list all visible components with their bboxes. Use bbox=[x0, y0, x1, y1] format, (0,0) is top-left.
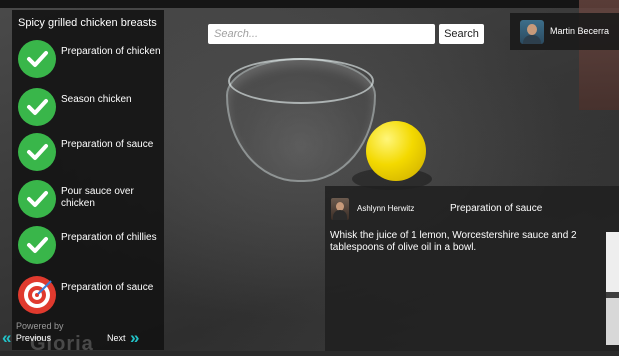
card-author: Ashlynn Herwitz bbox=[357, 204, 415, 213]
instruction-text: Whisk the juice of 1 lemon, Worcestershi… bbox=[330, 230, 577, 253]
check-icon bbox=[18, 133, 56, 171]
avatar bbox=[520, 20, 544, 44]
search-input[interactable] bbox=[208, 24, 435, 44]
card-step-title: Preparation of sauce bbox=[450, 203, 543, 214]
check-icon bbox=[18, 180, 56, 218]
step-label: Season chicken bbox=[61, 94, 132, 105]
target-icon bbox=[18, 276, 56, 314]
scrollbar-track-lower bbox=[606, 298, 619, 345]
card-scrollbar[interactable] bbox=[606, 232, 619, 345]
step-label: Preparation of chillies bbox=[61, 232, 157, 243]
step-label: Preparation of sauce bbox=[61, 282, 154, 293]
check-icon bbox=[18, 40, 56, 78]
step-item[interactable]: Preparation of chillies bbox=[12, 226, 164, 270]
glass-bowl-rim bbox=[228, 58, 374, 104]
instruction-card: Ashlynn Herwitz Preparation of sauce Whi… bbox=[325, 186, 619, 351]
check-icon bbox=[18, 226, 56, 264]
user-profile[interactable]: Martin Becerra bbox=[510, 13, 619, 50]
user-name: Martin Becerra bbox=[550, 26, 610, 36]
step-item[interactable]: Preparation of chicken bbox=[12, 40, 164, 84]
step-item[interactable]: Season chicken bbox=[12, 88, 164, 132]
step-item-current[interactable]: Preparation of sauce bbox=[12, 276, 164, 320]
step-label: Preparation of chicken bbox=[61, 46, 161, 57]
lemon bbox=[366, 121, 426, 181]
previous-button[interactable]: « Previous bbox=[2, 328, 51, 347]
step-label: Pour sauce over chicken bbox=[61, 186, 134, 209]
next-button[interactable]: Next » bbox=[107, 328, 140, 347]
search-button[interactable]: Search bbox=[439, 24, 484, 44]
author-avatar bbox=[331, 198, 349, 220]
double-chevron-right-icon: » bbox=[129, 328, 140, 347]
top-edge bbox=[0, 0, 619, 8]
scrollbar-thumb[interactable] bbox=[606, 232, 619, 292]
recipe-title: Spicy grilled chicken breasts bbox=[18, 17, 157, 29]
step-item[interactable]: Pour sauce over chicken bbox=[12, 180, 164, 224]
check-icon bbox=[18, 88, 56, 126]
recipe-sidebar: Spicy grilled chicken breasts Preparatio… bbox=[12, 10, 164, 355]
step-label: Preparation of sauce bbox=[61, 139, 154, 150]
previous-label: Previous bbox=[15, 333, 51, 343]
next-label: Next bbox=[107, 333, 126, 343]
double-chevron-left-icon: « bbox=[2, 328, 12, 347]
step-item[interactable]: Preparation of sauce bbox=[12, 133, 164, 177]
